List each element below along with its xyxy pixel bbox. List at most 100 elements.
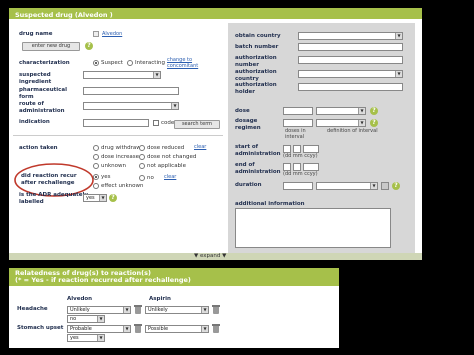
trash-icon[interactable]	[212, 324, 220, 333]
column-alvedon: Alvedon	[67, 296, 93, 302]
help-icon[interactable]: ?	[109, 194, 117, 202]
option-dose-increased: dose increased	[101, 154, 143, 160]
chevron-down-icon: ▼	[395, 71, 402, 77]
trash-icon[interactable]	[212, 305, 220, 314]
end-of-administration-label: end of administration	[235, 162, 281, 175]
stomach-rechallenge-select[interactable]: yes ▼	[67, 334, 105, 342]
chevron-down-icon: ▼	[201, 326, 208, 332]
option-dose-reduced: dose reduced	[147, 145, 185, 151]
headache-rechallenge-value: no	[70, 316, 77, 322]
relatedness-subtitle: (* = Yes - if reaction recurred after re…	[15, 276, 191, 284]
stomach-rechallenge-value: yes	[70, 335, 79, 341]
headache-rechallenge-select[interactable]: no ▼	[67, 315, 105, 323]
additional-information-textarea[interactable]	[235, 208, 391, 248]
stomach-alvedon-select[interactable]: Probable ▼	[67, 325, 131, 333]
drug-edit-icon[interactable]	[93, 31, 99, 37]
end-month-input[interactable]	[293, 163, 301, 171]
adr-labelled-select[interactable]: yes ▼	[83, 194, 107, 202]
option-yes: yes	[101, 174, 111, 180]
radio-interacting[interactable]	[127, 60, 133, 66]
calendar-icon[interactable]	[381, 182, 389, 190]
authorization-country-select[interactable]: ▼	[298, 70, 403, 78]
relatedness-header: Relatedness of drug(s) to reaction(s) (*…	[9, 268, 339, 286]
radio-dose-reduced[interactable]	[139, 145, 145, 151]
action-clear-link[interactable]: clear	[194, 144, 206, 151]
indication-input[interactable]	[83, 119, 149, 127]
stomach-aspirin-value: Possible	[148, 326, 169, 332]
radio-dose-not-changed[interactable]	[139, 154, 145, 160]
duration-input[interactable]	[283, 182, 313, 190]
adr-labelled-label: is the ADR adequately labelled	[19, 192, 89, 205]
pharmaceutical-form-input[interactable]	[83, 87, 179, 95]
pharmaceutical-form-label: pharmaceutical form	[19, 87, 67, 100]
help-icon[interactable]: ?	[85, 42, 93, 50]
radio-effect-unknown[interactable]	[93, 183, 99, 189]
code-label: code	[161, 120, 175, 126]
interval-select[interactable]: ▼	[316, 119, 366, 127]
end-year-input[interactable]	[303, 163, 319, 171]
authorization-number-input[interactable]	[298, 56, 403, 64]
start-year-input[interactable]	[303, 145, 319, 153]
change-to-concomitant-link[interactable]: change to concomitant	[167, 57, 207, 69]
search-term-button[interactable]: search term	[174, 120, 220, 129]
option-drug-withdrawn: drug withdrawn	[101, 145, 145, 151]
radio-not-applicable[interactable]	[139, 163, 145, 169]
dose-input[interactable]	[283, 107, 313, 115]
trash-icon[interactable]	[134, 324, 142, 333]
radio-no[interactable]	[139, 175, 145, 181]
dose-unit-select[interactable]: ▼	[316, 107, 366, 115]
chevron-down-icon: ▼	[395, 33, 402, 39]
authorization-holder-input[interactable]	[298, 83, 403, 91]
duration-unit-select[interactable]: ▼	[316, 182, 378, 190]
help-icon[interactable]: ?	[370, 119, 378, 127]
stomach-aspirin-select[interactable]: Possible ▼	[145, 325, 209, 333]
help-icon[interactable]: ?	[370, 107, 378, 115]
batch-number-input[interactable]	[298, 43, 403, 51]
radio-drug-withdrawn[interactable]	[93, 145, 99, 151]
definition-of-interval-caption: definition of interval	[327, 128, 378, 134]
help-icon[interactable]: ?	[392, 182, 400, 190]
chevron-down-icon: ▼	[153, 72, 160, 78]
option-no: no	[147, 175, 154, 181]
rechallenge-clear-link[interactable]: clear	[164, 174, 176, 181]
start-month-input[interactable]	[293, 145, 301, 153]
indication-label: indication	[19, 119, 50, 125]
radio-suspect[interactable]	[93, 60, 99, 66]
panel-title: Suspected drug (Alvedon )	[15, 11, 113, 19]
expand-toggle[interactable]: ▼ expand ▼	[194, 253, 226, 259]
headache-aspirin-select[interactable]: Unlikely ▼	[145, 306, 209, 314]
headache-alvedon-value: Unlikely	[70, 307, 90, 313]
drug-name-link[interactable]: Alvedon	[102, 31, 122, 38]
suspected-ingredient-select[interactable]: ▼	[83, 71, 161, 79]
obtain-country-select[interactable]: ▼	[298, 32, 403, 40]
chevron-down-icon: ▼	[123, 326, 130, 332]
duration-label: duration	[235, 182, 262, 188]
start-day-input[interactable]	[283, 145, 291, 153]
divider	[13, 135, 223, 136]
stomach-alvedon-value: Probable	[70, 326, 92, 332]
rechallenge-label: did reaction recur after rechallenge	[21, 173, 77, 186]
batch-number-label: batch number	[235, 44, 279, 50]
drug-name-label: drug name	[19, 31, 53, 37]
start-date-format: (dd mm ccyy)	[283, 153, 318, 159]
end-date-format: (dd mm ccyy)	[283, 171, 318, 177]
chevron-down-icon: ▼	[171, 103, 178, 109]
chevron-down-icon: ▼	[358, 120, 365, 126]
route-select[interactable]: ▼	[83, 102, 179, 110]
obtain-country-label: obtain country	[235, 33, 281, 39]
code-checkbox[interactable]	[153, 120, 159, 126]
radio-yes[interactable]	[93, 174, 99, 180]
adr-value: yes	[86, 195, 95, 201]
authorization-number-label: authorization number	[235, 55, 277, 68]
headache-alvedon-select[interactable]: Unlikely ▼	[67, 306, 131, 314]
option-dose-not-changed: dose not changed	[147, 154, 197, 160]
trash-icon[interactable]	[134, 305, 142, 314]
end-day-input[interactable]	[283, 163, 291, 171]
option-effect-unknown: effect unknown	[101, 183, 144, 189]
chevron-down-icon: ▼	[123, 307, 130, 313]
radio-dose-increased[interactable]	[93, 154, 99, 160]
option-interacting: Interacting	[135, 60, 165, 66]
enter-new-drug-button[interactable]: enter new drug	[22, 42, 80, 51]
dose-label: dose	[235, 108, 250, 114]
doses-in-interval-input[interactable]	[283, 119, 313, 127]
